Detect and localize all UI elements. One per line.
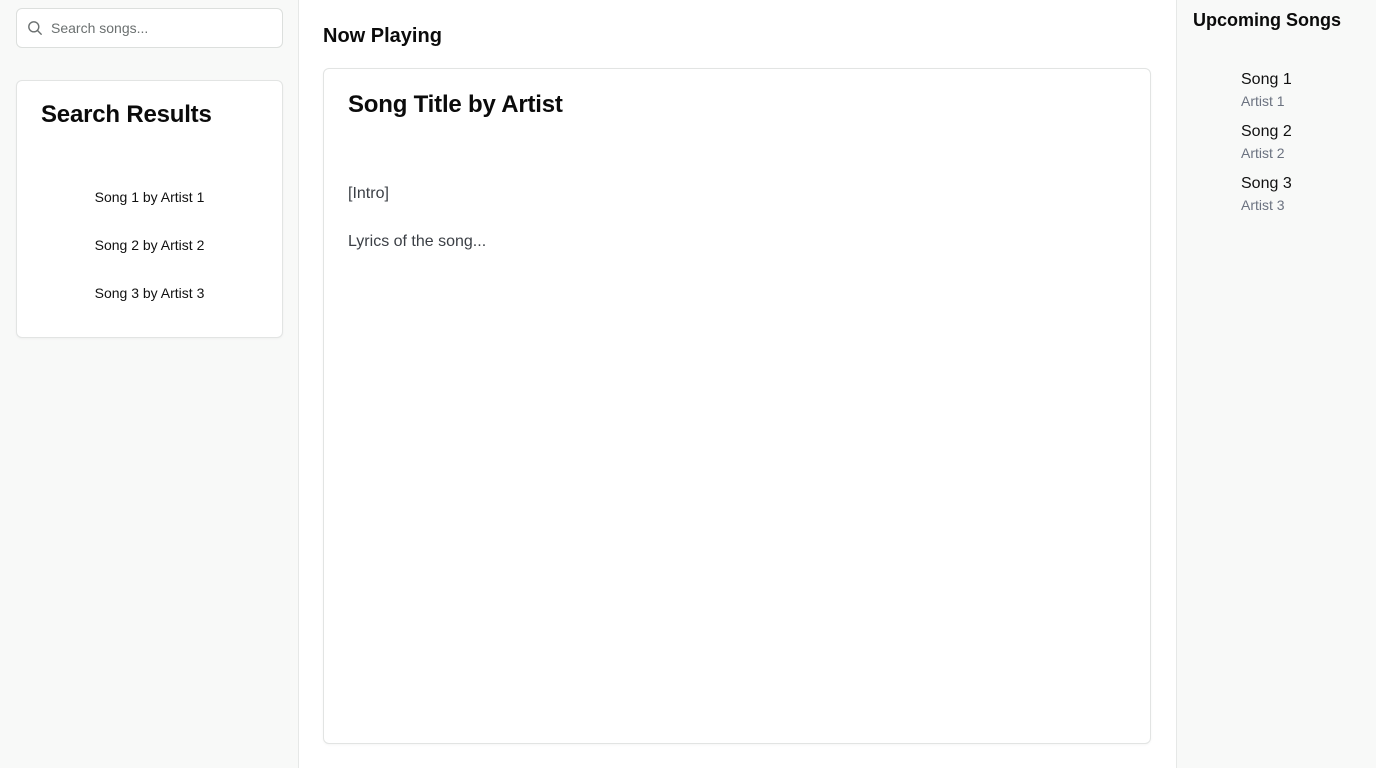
upcoming-song-item[interactable]: Song 3 Artist 3 — [1241, 174, 1292, 226]
search-icon — [27, 20, 43, 36]
upcoming-song-title: Song 2 — [1241, 123, 1292, 140]
now-playing-heading: Now Playing — [323, 25, 442, 47]
right-sidebar: Upcoming Songs Song 1 Artist 1 Song 2 Ar… — [1176, 0, 1376, 768]
upcoming-songs-title: Upcoming Songs — [1193, 10, 1341, 30]
upcoming-song-item[interactable]: Song 2 Artist 2 — [1241, 122, 1292, 174]
search-result-item[interactable]: Song 1 by Artist 1 — [17, 181, 282, 229]
search-box[interactable] — [16, 8, 283, 48]
upcoming-song-artist: Artist 3 — [1241, 197, 1285, 213]
search-results-title: Search Results — [41, 101, 212, 128]
lyrics-card: Song Title by Artist [Intro] Lyrics of t… — [323, 68, 1151, 744]
upcoming-song-title: Song 1 — [1241, 71, 1292, 88]
left-sidebar: Search Results Song 1 by Artist 1 Song 2… — [0, 0, 299, 768]
search-result-item[interactable]: Song 2 by Artist 2 — [17, 229, 282, 277]
lyric-line: [Intro] — [348, 185, 389, 202]
search-input[interactable] — [49, 9, 279, 47]
song-title: Song Title by Artist — [348, 91, 563, 118]
search-results-card: Search Results Song 1 by Artist 1 Song 2… — [16, 80, 283, 338]
upcoming-songs-list: Song 1 Artist 1 Song 2 Artist 2 Song 3 A… — [1241, 70, 1292, 226]
search-results-list: Song 1 by Artist 1 Song 2 by Artist 2 So… — [17, 181, 282, 325]
search-result-item[interactable]: Song 3 by Artist 3 — [17, 277, 282, 325]
main-panel: Now Playing Song Title by Artist [Intro]… — [299, 0, 1176, 768]
app-root: Search Results Song 1 by Artist 1 Song 2… — [0, 0, 1376, 768]
upcoming-song-title: Song 3 — [1241, 175, 1292, 192]
upcoming-song-artist: Artist 1 — [1241, 93, 1285, 109]
upcoming-song-item[interactable]: Song 1 Artist 1 — [1241, 70, 1292, 122]
upcoming-song-artist: Artist 2 — [1241, 145, 1285, 161]
lyric-line: Lyrics of the song... — [348, 233, 487, 250]
